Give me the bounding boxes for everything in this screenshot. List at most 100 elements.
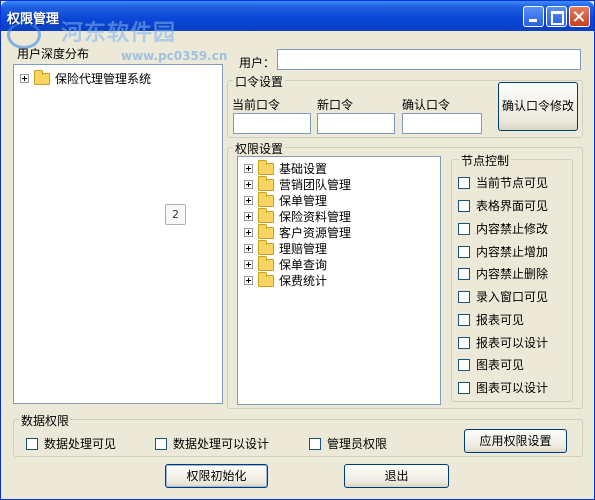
tree-item-label: 保险资料管理 xyxy=(279,210,352,224)
folder-icon xyxy=(258,255,274,271)
tree-item-label: 客户资源管理 xyxy=(279,226,352,240)
folder-icon xyxy=(258,159,274,175)
checkbox-icon[interactable] xyxy=(309,437,321,450)
checkbox-label: 报表可以设计 xyxy=(476,336,549,350)
init-permissions-button[interactable]: 权限初始化 xyxy=(165,464,268,488)
tree-item-permission[interactable]: 保险资料管理 xyxy=(244,207,352,225)
checkbox-admin[interactable]: 管理员权限 xyxy=(309,435,387,452)
user-label: 用户： xyxy=(239,56,276,70)
checkbox-label: 管理员权限 xyxy=(327,437,388,451)
minimize-icon xyxy=(524,7,543,26)
maximize-icon xyxy=(547,7,566,26)
checkbox-no-add[interactable]: 内容禁止增加 xyxy=(458,243,548,260)
expand-icon[interactable] xyxy=(20,74,29,83)
apply-permissions-button[interactable]: 应用权限设置 xyxy=(464,429,567,453)
checkbox-icon[interactable] xyxy=(458,267,470,280)
folder-icon xyxy=(258,191,274,207)
window-title: 权限管理 xyxy=(7,12,60,27)
checkbox-report-visible[interactable]: 报表可见 xyxy=(458,311,524,328)
checkbox-icon[interactable] xyxy=(458,222,470,235)
checkbox-label: 录入窗口可见 xyxy=(476,290,549,304)
tree-item-permission[interactable]: 保单管理 xyxy=(244,191,327,209)
confirm-password-input[interactable] xyxy=(402,113,482,134)
expand-icon[interactable] xyxy=(244,228,253,237)
checkbox-data-design[interactable]: 数据处理可以设计 xyxy=(155,435,269,452)
folder-icon xyxy=(258,239,274,255)
checkbox-label: 表格界面可见 xyxy=(476,199,549,213)
checkbox-icon[interactable] xyxy=(155,437,167,450)
checkbox-no-edit[interactable]: 内容禁止修改 xyxy=(458,220,548,237)
close-icon xyxy=(570,7,589,26)
checkbox-grid-visible[interactable]: 表格界面可见 xyxy=(458,197,548,214)
checkbox-icon[interactable] xyxy=(458,313,470,326)
user-tree-label: 用户深度分布 xyxy=(17,47,90,61)
checkbox-node-visible[interactable]: 当前节点可见 xyxy=(458,174,548,191)
checkbox-label: 当前节点可见 xyxy=(476,176,549,190)
maximize-button[interactable] xyxy=(546,6,567,27)
checkbox-label: 图表可以设计 xyxy=(476,381,549,395)
new-password-label: 新口令 xyxy=(317,98,354,112)
checkbox-icon[interactable] xyxy=(458,176,470,189)
folder-icon xyxy=(258,207,274,223)
folder-icon xyxy=(258,223,274,239)
checkbox-label: 内容禁止删除 xyxy=(476,267,549,281)
checkbox-icon[interactable] xyxy=(458,199,470,212)
checkbox-label: 报表可见 xyxy=(476,313,525,327)
password-group-title: 口令设置 xyxy=(233,73,286,90)
expand-icon[interactable] xyxy=(244,180,253,189)
tree-item-permission[interactable]: 理赔管理 xyxy=(244,239,327,257)
checkbox-label: 内容禁止修改 xyxy=(476,222,549,236)
expand-icon[interactable] xyxy=(244,196,253,205)
checkbox-icon[interactable] xyxy=(26,437,38,450)
folder-icon xyxy=(34,69,50,85)
tree-item-label: 保单查询 xyxy=(279,258,328,272)
permissions-tree[interactable]: 基础设置 营销团队管理 保单管理 保险资料管理 客户资源管理 理赔管理 保单查询… xyxy=(237,156,441,405)
minimize-button[interactable] xyxy=(523,6,544,27)
exit-button[interactable]: 退出 xyxy=(344,464,449,488)
step-badge: 2 xyxy=(165,204,186,225)
user-input[interactable] xyxy=(277,49,581,70)
checkbox-label: 图表可见 xyxy=(476,358,525,372)
checkbox-label: 数据处理可见 xyxy=(44,437,117,451)
close-button[interactable] xyxy=(569,6,590,27)
confirm-password-button[interactable]: 确认口令修改 xyxy=(498,82,578,131)
watermark-text: 河东软件园 xyxy=(61,21,177,46)
tree-item-permission[interactable]: 客户资源管理 xyxy=(244,223,352,241)
expand-icon[interactable] xyxy=(244,164,253,173)
watermark-url: www.pc0359.cn xyxy=(121,49,228,63)
checkbox-icon[interactable] xyxy=(458,358,470,371)
checkbox-entry-visible[interactable]: 录入窗口可见 xyxy=(458,288,548,305)
folder-icon xyxy=(258,175,274,191)
expand-icon[interactable] xyxy=(244,276,253,285)
checkbox-icon[interactable] xyxy=(458,245,470,258)
checkbox-label: 内容禁止增加 xyxy=(476,245,549,259)
checkbox-chart-design[interactable]: 图表可以设计 xyxy=(458,379,548,396)
current-password-label: 当前口令 xyxy=(232,98,281,112)
tree-item-label: 保险代理管理系统 xyxy=(55,72,152,86)
checkbox-label: 数据处理可以设计 xyxy=(173,437,270,451)
checkbox-no-delete[interactable]: 内容禁止删除 xyxy=(458,265,548,282)
tree-item-insurance-system[interactable]: 保险代理管理系统 xyxy=(20,69,152,87)
tree-item-permission[interactable]: 基础设置 xyxy=(244,159,328,177)
data-permissions-group-title: 数据权限 xyxy=(19,412,72,429)
title-bar[interactable]: 权限管理 河东软件园 xyxy=(1,1,594,49)
checkbox-icon[interactable] xyxy=(458,290,470,303)
user-tree[interactable]: 保险代理管理系统 xyxy=(13,64,223,404)
tree-item-label: 营销团队管理 xyxy=(279,178,352,192)
permission-window: 权限管理 河东软件园 www.pc0359.cn 用户深度分布 保险代理管理系统… xyxy=(0,0,595,500)
tree-item-permission[interactable]: 营销团队管理 xyxy=(244,175,352,193)
expand-icon[interactable] xyxy=(244,212,253,221)
new-password-input[interactable] xyxy=(317,113,395,134)
tree-item-label: 基础设置 xyxy=(279,162,328,176)
expand-icon[interactable] xyxy=(244,260,253,269)
checkbox-icon[interactable] xyxy=(458,336,470,349)
checkbox-icon[interactable] xyxy=(458,381,470,394)
checkbox-data-visible[interactable]: 数据处理可见 xyxy=(26,435,116,452)
expand-icon[interactable] xyxy=(244,244,253,253)
tree-item-permission[interactable]: 保单查询 xyxy=(244,255,328,273)
node-control-group-title: 节点控制 xyxy=(459,152,512,169)
checkbox-chart-visible[interactable]: 图表可见 xyxy=(458,356,524,373)
checkbox-report-design[interactable]: 报表可以设计 xyxy=(458,334,548,351)
current-password-input[interactable] xyxy=(233,113,311,134)
tree-item-permission[interactable]: 保费统计 xyxy=(244,271,327,289)
